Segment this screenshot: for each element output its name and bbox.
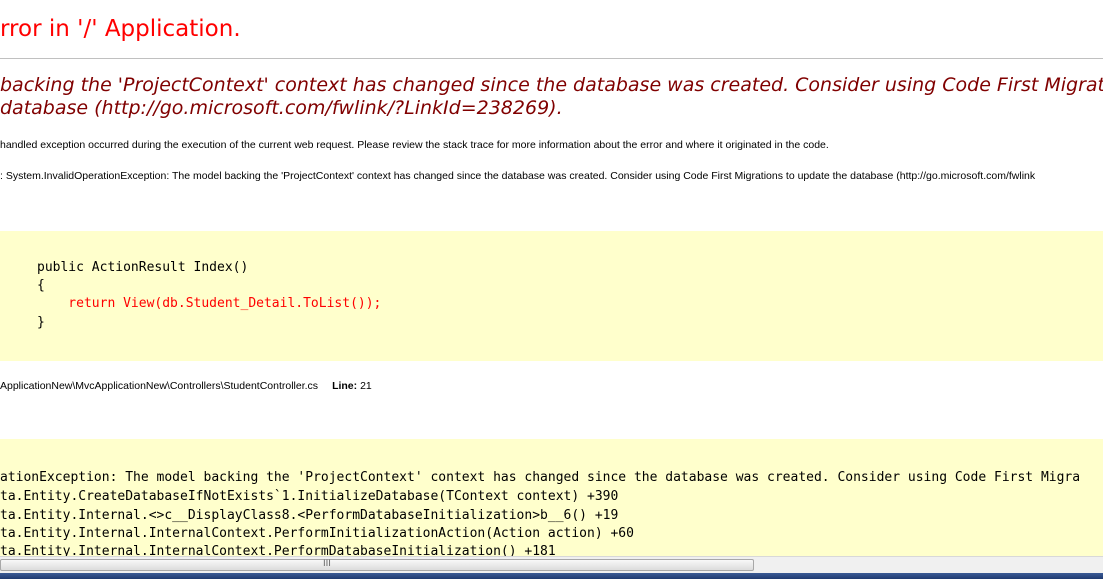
source-code-box: public ActionResult Index() { return Vie…	[0, 231, 1103, 361]
exception-details-text: : System.InvalidOperationException: The …	[0, 170, 1036, 182]
title-divider	[0, 58, 1103, 59]
source-file-info: ApplicationNew\MvcApplicationNew\Control…	[0, 380, 372, 392]
stack-trace-line: ta.Entity.CreateDatabaseIfNotExists`1.In…	[0, 489, 619, 504]
line-label: Line:	[332, 380, 358, 392]
source-code-error-line: return View(db.Student_Detail.ToList());	[37, 296, 382, 311]
stack-trace-line: ta.Entity.Internal.<>c__DisplayClass8.<P…	[0, 508, 619, 523]
source-code-line: {	[37, 278, 45, 293]
line-number: 21	[360, 380, 372, 392]
taskbar	[0, 573, 1103, 579]
error-message: backing the 'ProjectContext' context has…	[0, 74, 1103, 120]
source-file-path: ApplicationNew\MvcApplicationNew\Control…	[0, 380, 319, 392]
scrollbar-grip-icon: III	[323, 559, 331, 569]
horizontal-scrollbar[interactable]: III	[0, 556, 1103, 573]
scrollbar-thumb[interactable]: III	[0, 559, 754, 571]
source-code-line: public ActionResult Index()	[37, 260, 249, 275]
error-message-line-1: backing the 'ProjectContext' context has…	[0, 74, 1103, 96]
stack-trace-line: ta.Entity.Internal.InternalContext.Perfo…	[0, 526, 634, 541]
source-code-line: }	[37, 315, 45, 330]
stack-trace-line: ationException: The model backing the 'P…	[0, 470, 1081, 485]
error-page: rror in '/' Application. backing the 'Pr…	[0, 0, 1103, 579]
error-message-line-2: database (http://go.microsoft.com/fwlink…	[0, 97, 563, 119]
description-text: handled exception occurred during the ex…	[0, 139, 829, 151]
page-title: rror in '/' Application.	[0, 16, 241, 42]
stack-trace-box: ationException: The model backing the 'P…	[0, 439, 1103, 559]
